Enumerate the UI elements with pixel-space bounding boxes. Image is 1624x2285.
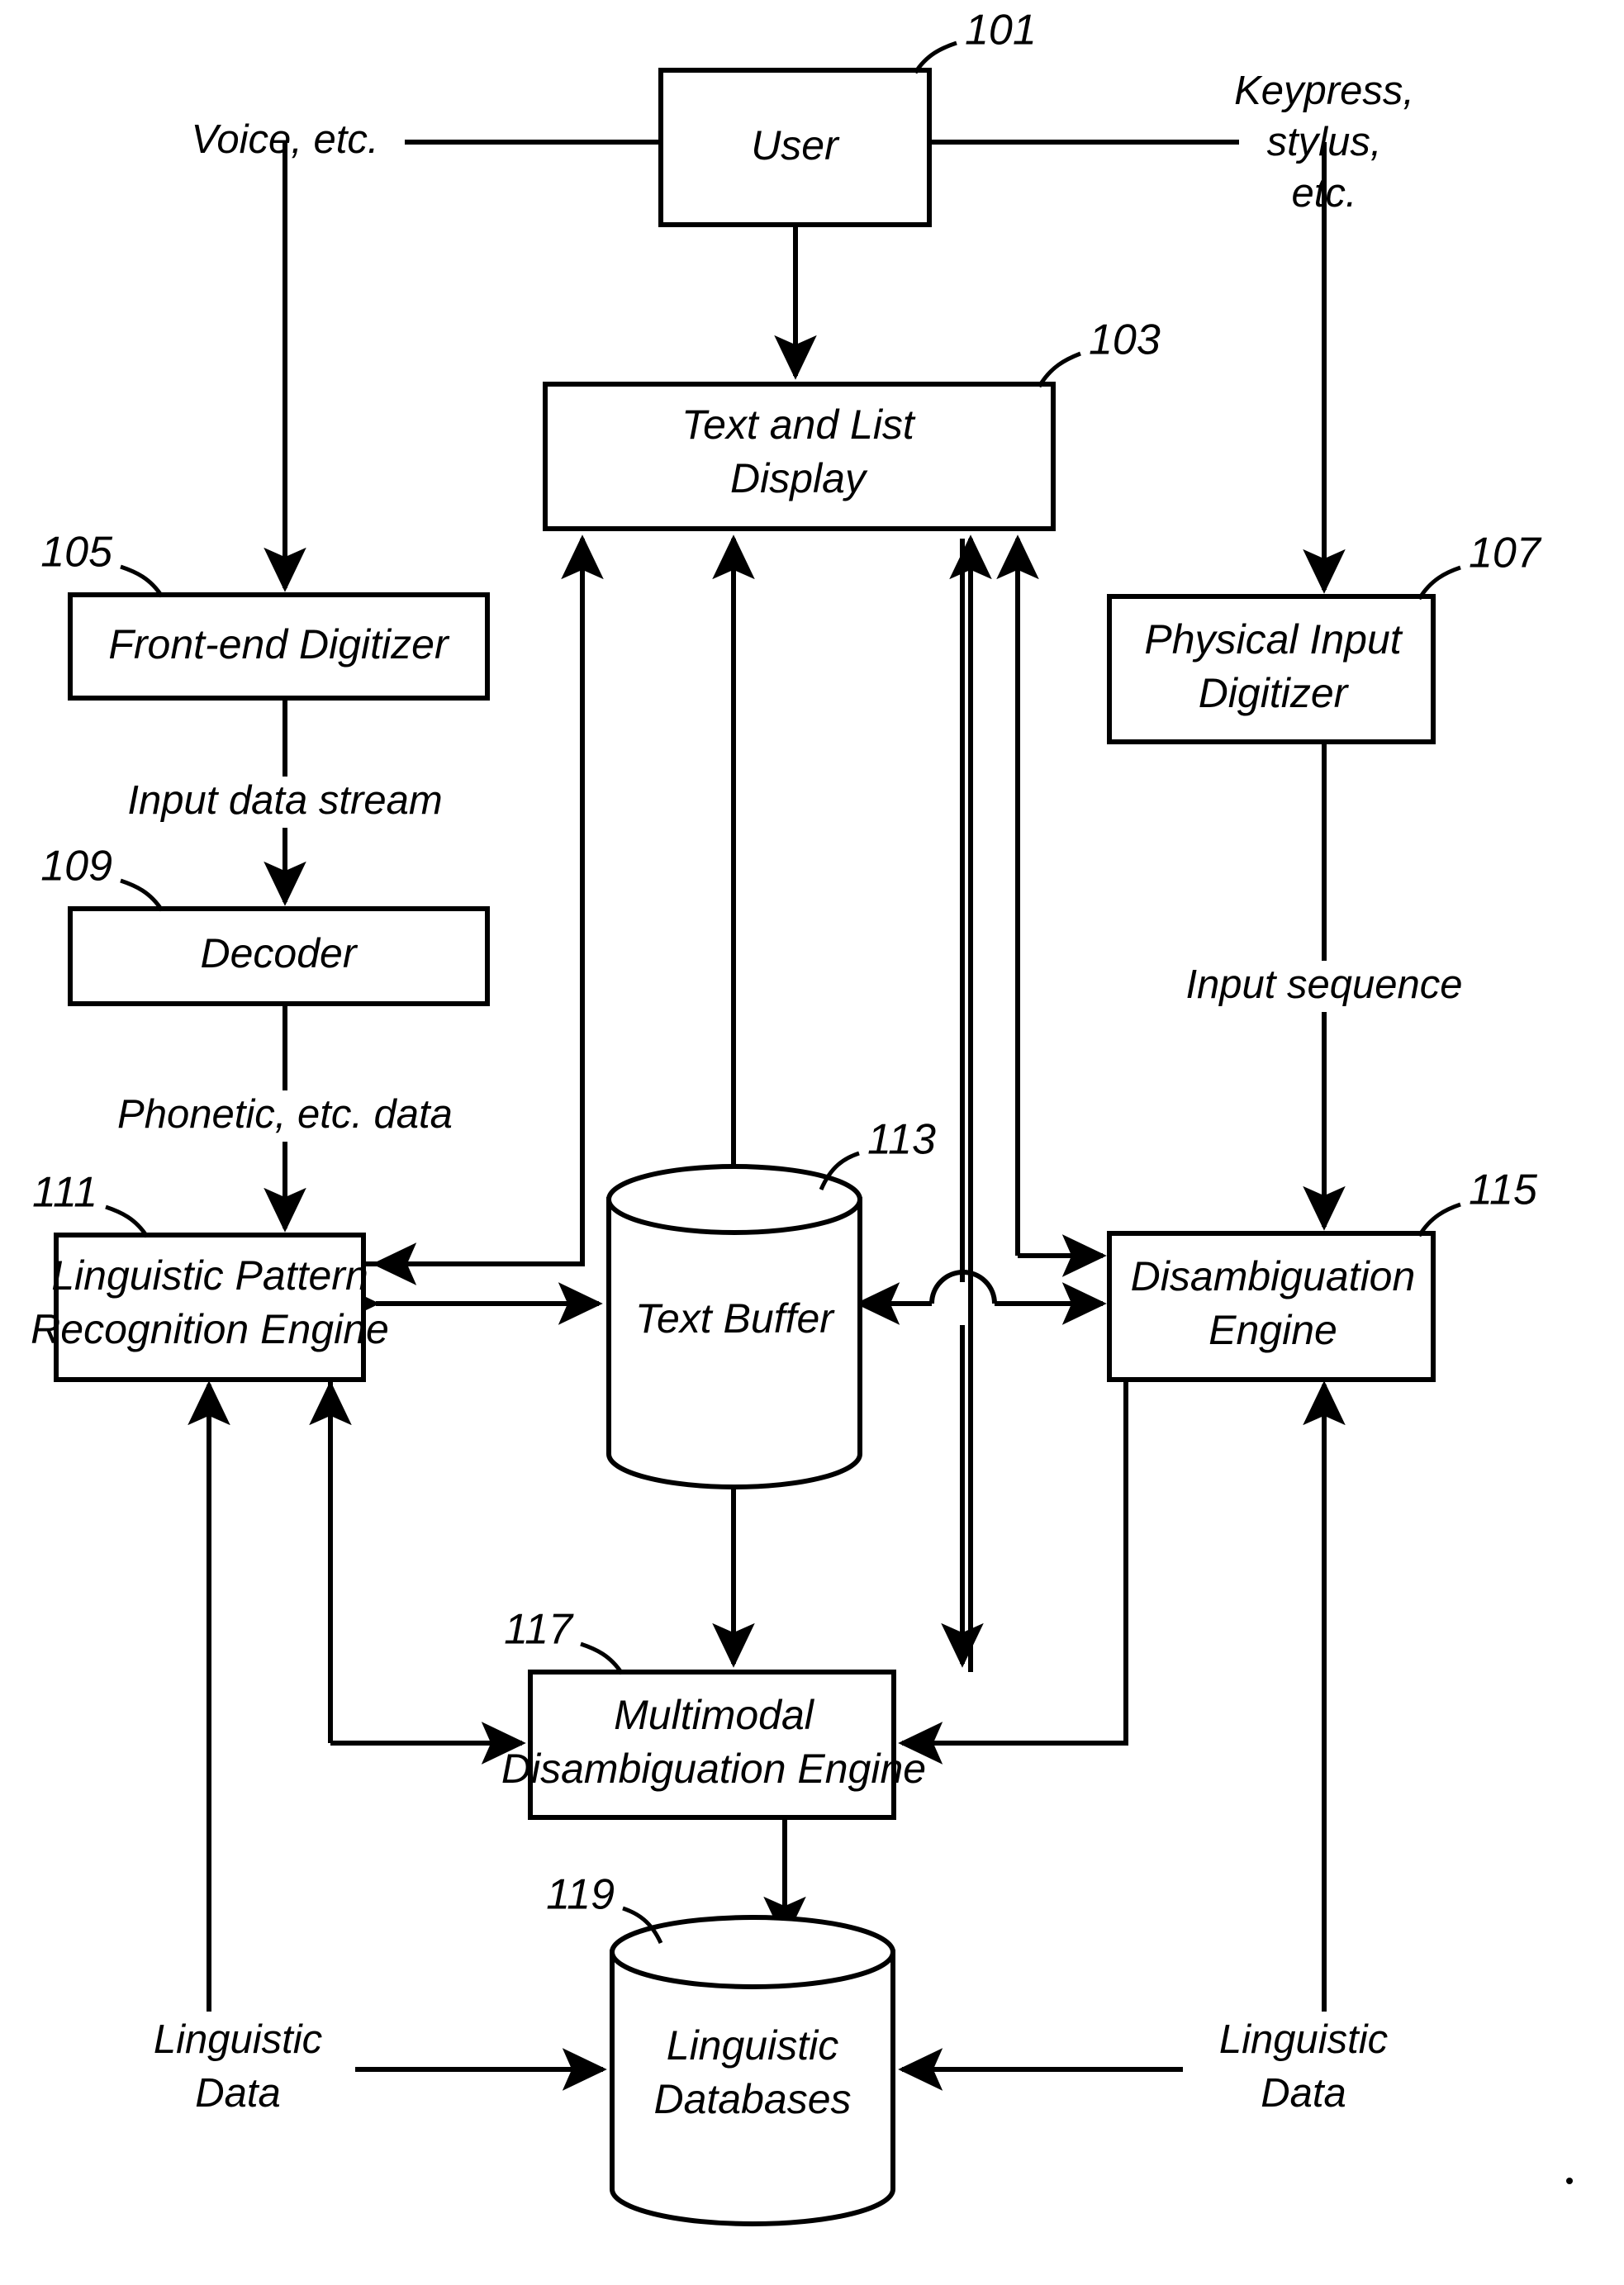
edge-label-lingdata-left-line2: Data	[195, 2071, 281, 2116]
node-lingdb-label-line1: Linguistic	[667, 2022, 838, 2069]
node-disambiguation-label-line2: Engine	[1209, 1307, 1337, 1353]
edge-label-keypress-line1: Keypress,	[1234, 69, 1414, 113]
node-user[interactable]: User	[658, 68, 932, 227]
wire-mde-to-lpre	[309, 1338, 526, 1765]
edge-label-phonetic-data: Phonetic, etc. data	[117, 1092, 453, 1137]
ref-leader-111	[105, 1204, 150, 1238]
edge-label-keypress-line2: stylus,	[1267, 120, 1382, 164]
ref-leader-105	[120, 564, 164, 598]
node-mde-label-line1: Multimodal	[614, 1692, 815, 1738]
ref-number-117: 117	[504, 1606, 574, 1654]
node-mde-label-line2: Disambiguation Engine	[501, 1746, 926, 1792]
edge-label-input-data-stream: Input data stream	[127, 778, 442, 823]
ref-number-107: 107	[1469, 530, 1542, 577]
node-lingdb-label-line2: Databases	[653, 2076, 851, 2122]
node-physical-input-digitizer[interactable]: Physical Input Digitizer	[1107, 594, 1436, 744]
ref-number-113: 113	[867, 1116, 936, 1164]
node-linguistic-pattern-recognition-engine[interactable]: Linguistic Pattern Recognition Engine	[31, 1233, 389, 1382]
node-lpre-label-line2: Recognition Engine	[31, 1306, 389, 1352]
edge-label-keypress-line3: etc.	[1292, 171, 1357, 216]
node-decoder[interactable]: Decoder	[68, 906, 490, 1006]
ref-leader-109	[120, 878, 164, 912]
node-disambiguation-engine[interactable]: Disambiguation Engine	[1107, 1231, 1436, 1382]
node-user-label: User	[751, 122, 840, 169]
page-artifact-dot	[1566, 2178, 1573, 2184]
node-display-label-line2: Display	[730, 455, 868, 501]
node-physical-label-line1: Physical Input	[1144, 616, 1403, 663]
ref-leader-117	[580, 1641, 624, 1675]
node-linguistic-databases[interactable]: Linguistic Databases	[610, 1915, 895, 2226]
ref-number-101: 101	[965, 7, 1037, 55]
edge-label-lingdata-right-line1: Linguistic	[1219, 2017, 1388, 2062]
ref-number-111: 111	[32, 1169, 97, 1217]
node-multimodal-disambiguation-engine[interactable]: Multimodal Disambiguation Engine	[501, 1670, 926, 1820]
node-text-and-list-display[interactable]: Text and List Display	[543, 382, 1056, 531]
ref-number-109: 109	[40, 843, 112, 891]
node-frontend-digitizer[interactable]: Front-end Digitizer	[68, 592, 490, 701]
ref-number-119: 119	[546, 1871, 615, 1919]
ref-number-115: 115	[1469, 1166, 1538, 1214]
node-decoder-label: Decoder	[201, 930, 359, 976]
edge-label-input-sequence: Input sequence	[1185, 962, 1462, 1007]
wire-disambiguation-to-display	[996, 534, 1107, 1277]
node-display-label-line1: Text and List	[681, 401, 916, 448]
wire-disambiguation-to-mde	[898, 1380, 1128, 1765]
ref-number-105: 105	[40, 529, 113, 577]
node-disambiguation-label-line1: Disambiguation	[1131, 1253, 1416, 1299]
node-frontend-label: Front-end Digitizer	[108, 621, 450, 667]
edge-label-voice: Voice, etc.	[192, 117, 379, 162]
edge-label-lingdata-right-line2: Data	[1261, 2071, 1346, 2116]
node-text-buffer[interactable]: Text Buffer	[606, 1164, 862, 1489]
node-lpre-label-line1: Linguistic Pattern	[51, 1252, 368, 1299]
node-physical-label-line2: Digitizer	[1199, 670, 1350, 716]
node-text-buffer-label: Text Buffer	[635, 1295, 835, 1342]
ref-number-103: 103	[1089, 316, 1161, 364]
edge-label-lingdata-left-line1: Linguistic	[154, 2017, 322, 2062]
figure-canvas: User 101 Text and List Display 103 Front…	[0, 0, 1624, 2285]
wire-textbuffer-disambiguation-bidirectional	[855, 1270, 1107, 1325]
